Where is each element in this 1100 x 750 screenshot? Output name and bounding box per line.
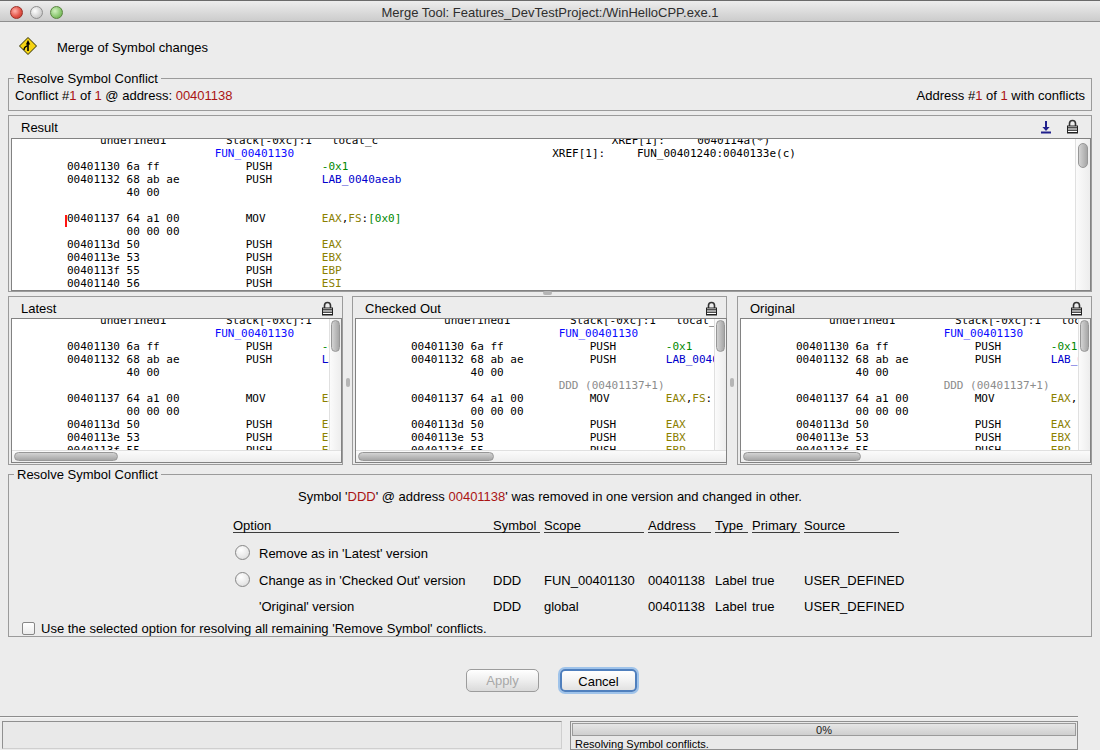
conflict-info-group: Resolve Symbol Conflict Conflict #1 of 1… xyxy=(8,78,1092,111)
resolve-group-title: Resolve Symbol Conflict xyxy=(14,467,161,482)
cell-primary: true xyxy=(752,573,774,588)
use-for-all-checkbox[interactable] xyxy=(22,622,35,635)
progress-bar: 0% xyxy=(572,723,1076,736)
checked-out-hscroll-thumb[interactable] xyxy=(358,452,494,461)
lock-icon[interactable] xyxy=(705,301,718,316)
result-listing[interactable]: undefined1Stack[-0xc]:1local_cXREF[1]:00… xyxy=(11,138,1091,291)
column-header-scope: Scope xyxy=(544,518,644,533)
listing-cursor xyxy=(65,215,67,227)
radio-remove-latest[interactable] xyxy=(235,545,250,560)
option-remove-latest-label: Remove as in 'Latest' version xyxy=(259,546,428,561)
checked-out-panel: Checked Out undefined1Stack[-0xc]:1local… xyxy=(352,296,727,465)
use-for-all-label: Use the selected option for resolving al… xyxy=(41,621,487,636)
splitter-handle-checkedout-original[interactable] xyxy=(730,378,734,387)
cell-type: Label xyxy=(715,599,747,614)
column-header-type: Type xyxy=(715,518,748,533)
checked-out-listing[interactable]: undefined1Stack[-0xc]:1local_cFUN_004011… xyxy=(355,318,727,463)
progress-percent: 0% xyxy=(816,724,832,736)
window-title: Merge Tool: Features_DevTestProject:/Win… xyxy=(0,5,1100,20)
latest-vscrollbar[interactable] xyxy=(329,319,341,450)
cell-scope: global xyxy=(544,599,579,614)
column-header-address: Address xyxy=(648,518,711,533)
merge-tool-window: { "window": {"title": "Merge Tool: Featu… xyxy=(0,0,1100,750)
column-header-primary: Primary xyxy=(752,518,800,533)
original-hscroll-thumb[interactable] xyxy=(743,452,861,461)
result-panel: Result undefined1Stack[-0xc]:1local_cXRE… xyxy=(8,115,1092,292)
status-message: Resolving Symbol conflicts. xyxy=(575,738,709,750)
merge-phase-label: Merge of Symbol changes xyxy=(57,40,208,55)
result-panel-title: Result xyxy=(21,120,58,135)
cell-symbol: DDD xyxy=(493,599,521,614)
checked-out-vscroll-thumb[interactable] xyxy=(716,320,725,352)
cell-source: USER_DEFINED xyxy=(804,599,904,614)
cell-symbol: DDD xyxy=(493,573,521,588)
original-listing[interactable]: undefined1Stack[-0xc]:1local_cFUN_004011… xyxy=(740,318,1091,463)
latest-panel-title: Latest xyxy=(21,301,56,316)
conflict-counter: Conflict #1 of 1 @ address: 00401138 xyxy=(15,88,233,103)
resolve-conflict-group: Resolve Symbol Conflict Symbol 'DDD' @ a… xyxy=(8,474,1092,637)
original-panel: Original undefined1Stack[-0xc]:1local_cF… xyxy=(737,296,1092,465)
address-counter: Address #1 of 1 with conflicts xyxy=(917,88,1085,103)
result-vscrollbar[interactable] xyxy=(1075,139,1090,290)
splitter-handle-latest-checkedout[interactable] xyxy=(346,378,350,387)
cancel-button[interactable]: Cancel xyxy=(560,669,637,692)
original-panel-title: Original xyxy=(750,301,795,316)
column-header-option: Option xyxy=(233,518,493,533)
statusbar-right: 0% Resolving Symbol conflicts. xyxy=(570,721,1078,750)
original-vscroll-thumb[interactable] xyxy=(1080,320,1089,352)
latest-vscroll-thumb[interactable] xyxy=(331,320,340,352)
result-vscroll-thumb[interactable] xyxy=(1078,143,1088,168)
original-vscrollbar[interactable] xyxy=(1078,319,1090,450)
radio-change-checked-out[interactable] xyxy=(235,572,250,587)
merge-icon xyxy=(19,37,37,55)
lock-icon[interactable] xyxy=(1066,119,1079,134)
option-original-label: 'Original' version xyxy=(259,599,354,614)
cell-primary: true xyxy=(752,599,774,614)
latest-hscroll-thumb[interactable] xyxy=(14,452,118,461)
statusbar-left xyxy=(2,721,562,749)
apply-button[interactable]: Apply xyxy=(466,669,539,692)
cell-address: 00401138 xyxy=(648,573,705,588)
latest-panel: Latest undefined1Stack[-0xc]:1local_cFUN… xyxy=(8,296,343,465)
scroll-to-bottom-icon[interactable] xyxy=(1039,120,1053,134)
cell-scope: FUN_00401130 xyxy=(544,573,635,588)
cell-source: USER_DEFINED xyxy=(804,573,904,588)
conflict-info-group-title: Resolve Symbol Conflict xyxy=(14,71,161,86)
cell-type: Label xyxy=(715,573,747,588)
titlebar: Merge Tool: Features_DevTestProject:/Win… xyxy=(0,0,1100,22)
statusbar-divider xyxy=(0,716,1078,718)
lock-icon[interactable] xyxy=(1070,301,1083,316)
checked-out-vscrollbar[interactable] xyxy=(714,319,726,450)
latest-hscrollbar[interactable] xyxy=(12,450,341,462)
column-header-source: Source xyxy=(804,518,899,533)
original-hscrollbar[interactable] xyxy=(741,450,1090,462)
column-header-symbol: Symbol xyxy=(493,518,540,533)
lock-icon[interactable] xyxy=(321,301,334,316)
conflict-message: Symbol 'DDD' @ address 00401138' was rem… xyxy=(9,489,1091,504)
latest-listing[interactable]: undefined1Stack[-0xc]:1local_cFUN_004011… xyxy=(11,318,342,463)
checked-out-panel-title: Checked Out xyxy=(365,301,441,316)
cell-address: 00401138 xyxy=(648,599,705,614)
splitter-handle-horizontal[interactable] xyxy=(543,291,552,295)
checked-out-hscrollbar[interactable] xyxy=(356,450,726,462)
option-change-checked-out-label: Change as in 'Checked Out' version xyxy=(259,573,466,588)
